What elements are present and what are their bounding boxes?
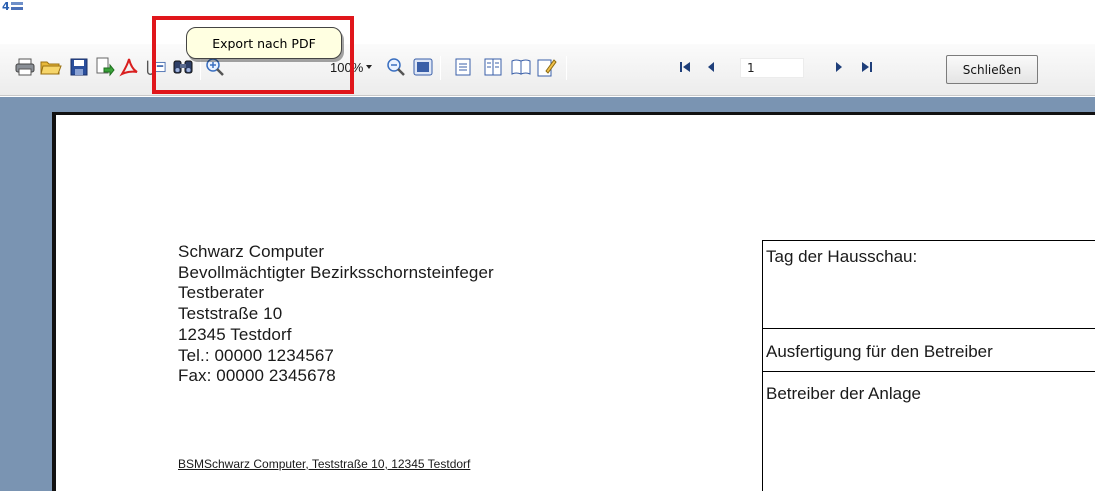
last-page-button[interactable]: [856, 56, 878, 78]
find-button[interactable]: [172, 56, 194, 78]
next-page-button[interactable]: [828, 56, 850, 78]
document-viewer[interactable]: Schwarz Computer Bevollmächtigter Bezirk…: [0, 97, 1095, 491]
printer-icon: [15, 58, 35, 76]
export-button[interactable]: [94, 56, 116, 78]
previous-page-icon: [708, 62, 714, 72]
zoom-in-icon: [206, 58, 224, 76]
address-company: Schwarz Computer: [178, 242, 325, 261]
single-page-icon: [455, 58, 471, 76]
first-page-button[interactable]: [674, 56, 696, 78]
export-pdf-button[interactable]: [118, 56, 140, 78]
open-button[interactable]: [40, 56, 62, 78]
export-document-icon: [96, 57, 115, 77]
last-page-icon: [862, 62, 872, 72]
zoom-in-button[interactable]: [204, 56, 226, 78]
book-view-button[interactable]: [510, 56, 532, 78]
page-view-button[interactable]: [412, 56, 434, 78]
pdf-icon: [119, 58, 138, 77]
page-number-input[interactable]: [740, 58, 804, 78]
binoculars-icon: [173, 60, 193, 74]
edit-page-icon: [537, 59, 557, 77]
multiple-pages-icon: [484, 58, 502, 76]
zoom-out-button[interactable]: [385, 56, 407, 78]
print-button[interactable]: [14, 56, 36, 78]
edit-page-button[interactable]: [536, 56, 558, 78]
single-page-button[interactable]: [452, 56, 474, 78]
previous-page-button[interactable]: [700, 56, 722, 78]
address-role: Bevollmächtigter Bezirksschornsteinfeger: [178, 262, 494, 282]
page-view-icon: [413, 58, 433, 76]
folder-open-icon: [40, 61, 62, 75]
toolbar-separator: [566, 56, 567, 80]
address-block: Schwarz Computer Bevollmächtigter Bezirk…: [178, 242, 494, 387]
close-button[interactable]: Schließen: [946, 55, 1038, 84]
multiple-pages-button[interactable]: [482, 56, 504, 78]
address-street: Teststraße 10: [178, 304, 283, 324]
operator-label: Betreiber der Anlage: [766, 384, 921, 403]
info-box: Tag der Hausschau: Ausfertigung für den …: [762, 240, 1095, 491]
floppy-disk-icon: [70, 58, 88, 76]
address-fax: Fax: 00000 2345678: [178, 366, 336, 386]
tooltip-text: Export nach PDF: [212, 35, 316, 51]
operator-cell: Betreiber der Anlage: [763, 372, 1095, 491]
tooltip: Export nach PDF: [186, 27, 342, 59]
inspection-date-cell: Tag der Hausschau:: [763, 241, 1095, 329]
paperclip-icon: [146, 60, 166, 75]
zoom-value: 100%: [330, 59, 364, 75]
toolbar-separator: [200, 56, 201, 80]
svg-text:4: 4: [2, 0, 10, 12]
copy-label: Ausfertigung für den Betreiber: [766, 342, 993, 361]
document-page: Schwarz Computer Bevollmächtigter Bezirk…: [56, 115, 1095, 491]
address-phone: Tel.: 00000 1234567: [178, 345, 334, 365]
copy-cell: Ausfertigung für den Betreiber: [763, 329, 1095, 372]
toolbar-separator: [440, 56, 441, 80]
zoom-out-icon: [387, 58, 405, 76]
save-button[interactable]: [68, 56, 90, 78]
book-icon: [511, 59, 531, 75]
first-page-icon: [680, 62, 690, 72]
next-page-icon: [836, 62, 842, 72]
zoom-select[interactable]: 100%: [330, 57, 370, 77]
attach-button[interactable]: [144, 56, 166, 78]
chevron-down-icon[interactable]: [366, 65, 372, 69]
close-button-label: Schließen: [962, 62, 1022, 77]
address-name: Testberater: [178, 283, 265, 303]
title-strip: 4: [0, 0, 1095, 44]
sender-line: BSMSchwarz Computer, Teststraße 10, 1234…: [178, 457, 471, 471]
address-city: 12345 Testdorf: [178, 324, 292, 344]
viewer-toolbar: 100% 1 Schließen: [0, 44, 1095, 96]
app-icon: 4: [2, 0, 24, 12]
inspection-date-label: Tag der Hausschau:: [766, 247, 918, 266]
